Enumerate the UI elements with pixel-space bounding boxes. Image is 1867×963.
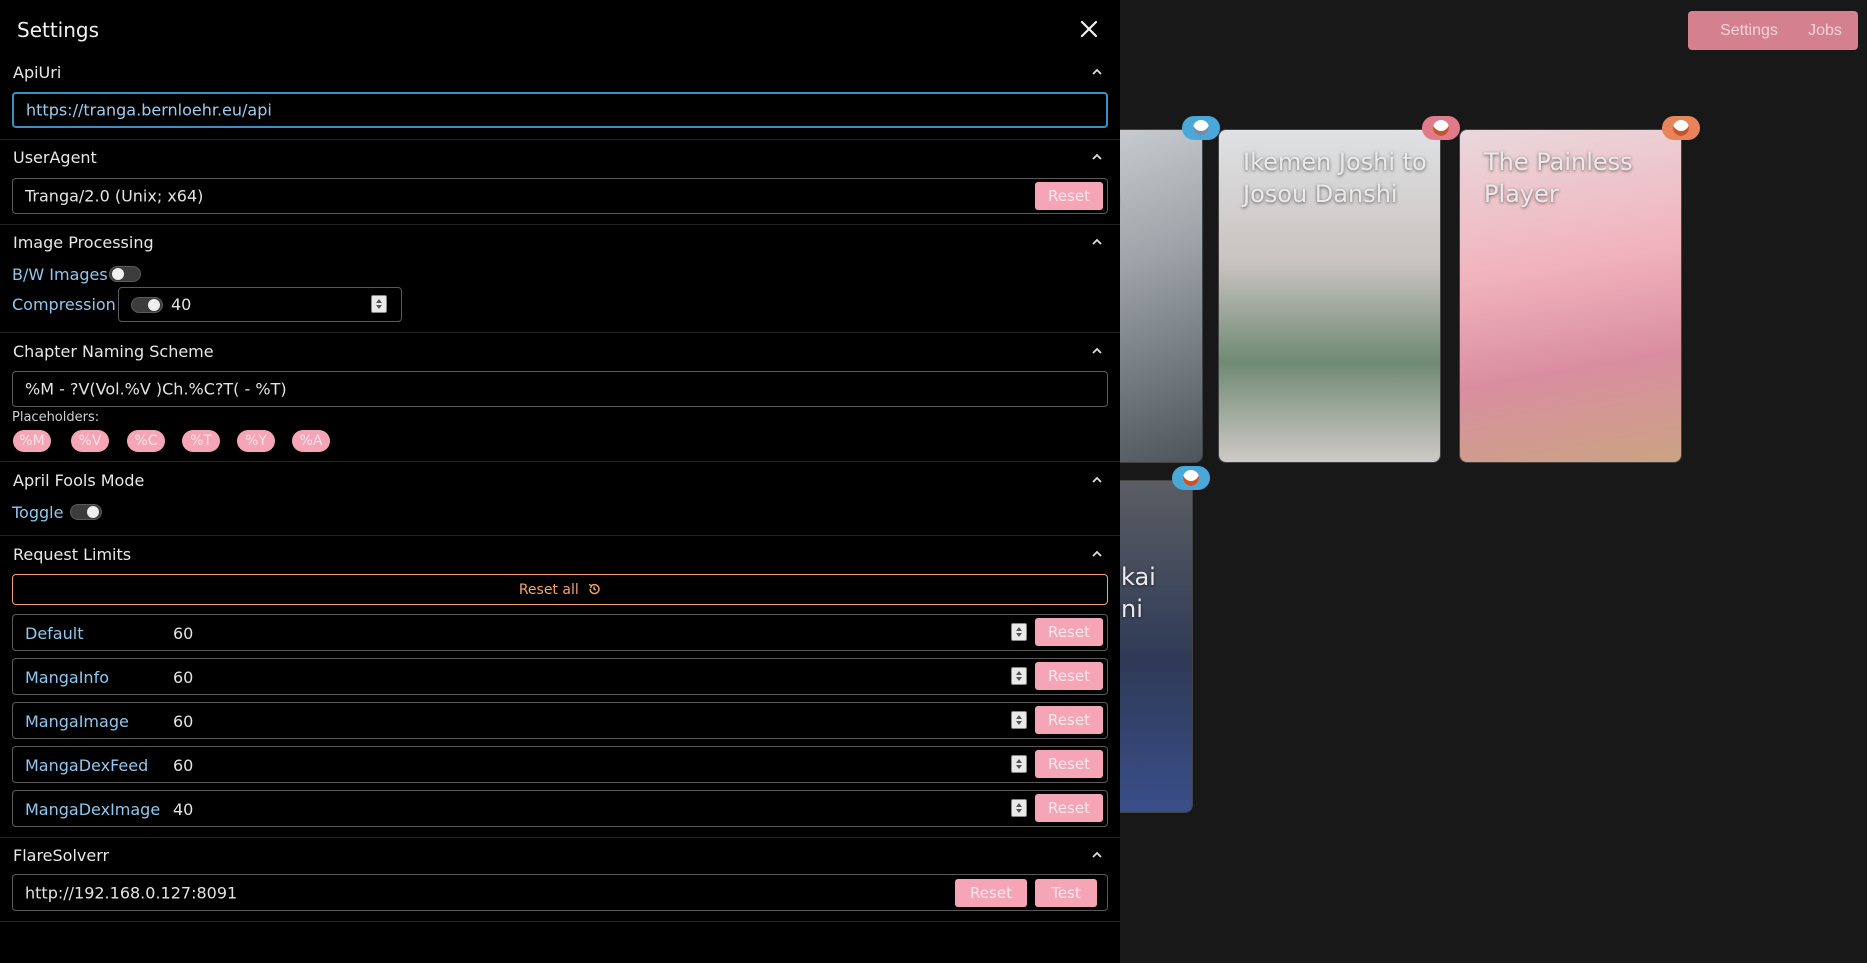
chevron-up-icon[interactable] <box>1090 65 1104 79</box>
placeholder-chip[interactable]: %A <box>292 430 330 452</box>
close-icon[interactable] <box>1078 18 1100 40</box>
april-fools-toggle[interactable] <box>70 504 102 520</box>
user-agent-input[interactable]: Tranga/2.0 (Unix; x64) Reset <box>12 178 1108 214</box>
request-limit-row: MangaImage 60 Reset <box>12 702 1108 739</box>
jobs-button[interactable]: Jobs <box>1792 11 1858 50</box>
request-limit-row: Default 60 Reset <box>12 614 1108 651</box>
user-agent-heading: UserAgent <box>13 148 97 167</box>
api-uri-input[interactable]: https://tranga.bernloehr.eu/api <box>12 92 1108 128</box>
limit-stepper[interactable] <box>1011 799 1027 817</box>
manga-title: kai ni <box>1121 563 1156 623</box>
placeholders-label: Placeholders: <box>12 410 100 425</box>
drawer-title: Settings <box>17 18 100 42</box>
april-fools-heading: April Fools Mode <box>13 471 145 490</box>
divider <box>0 139 1120 140</box>
placeholder-chip[interactable]: %C <box>127 430 165 452</box>
reset-all-button[interactable]: Reset all <box>12 574 1108 605</box>
manga-title: The Painless Player <box>1484 148 1633 208</box>
placeholder-chip[interactable]: %Y <box>237 430 275 452</box>
april-fools-toggle-label: Toggle <box>12 503 64 522</box>
naming-scheme-input[interactable]: %M - ?V(Vol.%V )Ch.%C?T( - %T) <box>12 371 1108 407</box>
placeholder-chip[interactable]: %T <box>182 430 220 452</box>
source-icon <box>1673 120 1689 136</box>
limit-value-input[interactable]: 40 <box>173 800 193 819</box>
limit-name: MangaDexImage <box>25 800 161 819</box>
user-agent-reset-button[interactable]: Reset <box>1035 182 1103 210</box>
divider <box>0 461 1120 462</box>
chevron-up-icon[interactable] <box>1090 547 1104 561</box>
api-uri-value: https://tranga.bernloehr.eu/api <box>26 100 272 120</box>
naming-scheme-value: %M - ?V(Vol.%V )Ch.%C?T( - %T) <box>25 379 287 399</box>
bw-images-toggle[interactable] <box>109 266 141 282</box>
image-processing-heading: Image Processing <box>13 233 154 252</box>
toggle-knob <box>87 506 99 518</box>
divider <box>0 837 1120 838</box>
history-icon <box>588 583 600 595</box>
limit-value-input[interactable]: 60 <box>173 668 193 687</box>
limit-name: MangaDexFeed <box>25 756 149 775</box>
api-uri-heading: ApiUri <box>13 63 62 82</box>
toggle-knob <box>112 268 124 280</box>
compression-stepper[interactable] <box>371 295 387 313</box>
flaresolverr-value: http://192.168.0.127:8091 <box>25 883 238 902</box>
request-limit-row: MangaDexImage 40 Reset <box>12 790 1108 827</box>
request-limits-heading: Request Limits <box>13 545 132 564</box>
chevron-up-icon[interactable] <box>1090 150 1104 164</box>
compression-input[interactable]: 40 <box>118 287 402 322</box>
source-icon <box>1183 470 1199 486</box>
placeholder-chip[interactable]: %M <box>13 430 51 452</box>
chevron-up-icon[interactable] <box>1090 848 1104 862</box>
divider <box>0 921 1120 922</box>
limit-name: Default <box>25 624 84 643</box>
compression-toggle[interactable] <box>131 297 163 313</box>
naming-scheme-heading: Chapter Naming Scheme <box>13 342 214 361</box>
limit-stepper[interactable] <box>1011 711 1027 729</box>
manga-card[interactable]: Ikemen Joshi to Josou Danshi <box>1218 129 1441 463</box>
toggle-knob <box>148 299 160 311</box>
limit-name: MangaInfo <box>25 668 109 687</box>
limit-value-input[interactable]: 60 <box>173 624 193 643</box>
placeholder-chip[interactable]: %V <box>71 430 109 452</box>
limit-value-input[interactable]: 60 <box>173 756 193 775</box>
manga-title: Ikemen Joshi to Josou Danshi <box>1243 148 1427 208</box>
flaresolverr-reset-button[interactable]: Reset <box>955 879 1027 907</box>
bw-images-label: B/W Images <box>12 265 108 284</box>
limit-reset-button[interactable]: Reset <box>1035 706 1103 734</box>
divider <box>0 332 1120 333</box>
limit-stepper[interactable] <box>1011 755 1027 773</box>
chevron-up-icon[interactable] <box>1090 235 1104 249</box>
user-agent-value: Tranga/2.0 (Unix; x64) <box>25 186 204 206</box>
limit-reset-button[interactable]: Reset <box>1035 662 1103 690</box>
chevron-up-icon[interactable] <box>1090 473 1104 487</box>
compression-label: Compression <box>12 295 116 314</box>
limit-name: MangaImage <box>25 712 129 731</box>
flaresolverr-test-button[interactable]: Test <box>1035 879 1097 907</box>
compression-value: 40 <box>171 295 192 314</box>
flaresolverr-input[interactable]: http://192.168.0.127:8091 Reset Test <box>12 874 1108 911</box>
source-badge <box>1662 116 1700 140</box>
limit-value-input[interactable]: 60 <box>173 712 193 731</box>
divider <box>0 224 1120 225</box>
request-limit-row: MangaDexFeed 60 Reset <box>12 746 1108 783</box>
source-badge <box>1182 116 1220 140</box>
limit-reset-button[interactable]: Reset <box>1035 794 1103 822</box>
settings-drawer: Settings ApiUri https://tranga.bernloehr… <box>0 0 1120 963</box>
limit-reset-button[interactable]: Reset <box>1035 750 1103 778</box>
request-limit-row: MangaInfo 60 Reset <box>12 658 1108 695</box>
flaresolverr-heading: FlareSolverr <box>13 846 110 865</box>
source-icon <box>1433 120 1449 136</box>
reset-all-label: Reset all <box>518 582 579 598</box>
manga-card[interactable]: The Painless Player <box>1459 129 1682 463</box>
source-badge <box>1172 466 1210 490</box>
chevron-up-icon[interactable] <box>1090 344 1104 358</box>
source-icon <box>1193 120 1209 136</box>
limit-stepper[interactable] <box>1011 623 1027 641</box>
source-badge <box>1422 116 1460 140</box>
limit-stepper[interactable] <box>1011 667 1027 685</box>
divider <box>0 535 1120 536</box>
limit-reset-button[interactable]: Reset <box>1035 618 1103 646</box>
